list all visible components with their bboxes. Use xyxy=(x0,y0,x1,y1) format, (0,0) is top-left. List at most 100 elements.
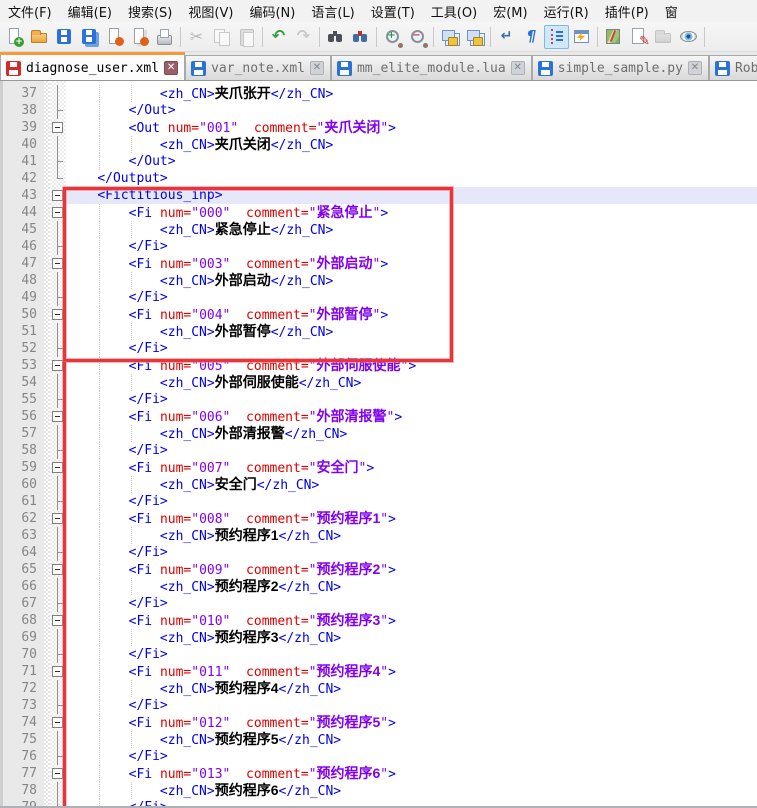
fold-collapse-box[interactable] xyxy=(52,207,63,218)
copy-button[interactable] xyxy=(209,25,234,49)
tab-close-button[interactable]: ✕ xyxy=(688,61,702,75)
zoom-in-button[interactable] xyxy=(380,25,405,49)
indent-guide-line xyxy=(99,442,100,459)
project-folder-button[interactable] xyxy=(651,25,676,49)
code-line[interactable]: <Fi num="011" comment="预约程序4"> xyxy=(66,663,757,680)
fold-collapse-box[interactable] xyxy=(52,615,63,626)
code-line[interactable]: </Fi> xyxy=(66,595,757,612)
xml-attr-value: " xyxy=(309,512,317,527)
code-line[interactable]: <zh_CN>夹爪张开</zh_CN> xyxy=(66,85,757,102)
code-line[interactable]: <zh_CN>预约程序4</zh_CN> xyxy=(66,680,757,697)
fold-cell[interactable] xyxy=(50,119,66,136)
undo-button[interactable] xyxy=(266,25,291,49)
tab-var_note.xml[interactable]: var_note.xml✕ xyxy=(185,55,331,80)
tab-close-button[interactable]: ✕ xyxy=(511,61,525,75)
find-button[interactable] xyxy=(323,25,348,49)
code-line[interactable]: <Fi num="010" comment="预约程序3"> xyxy=(66,612,757,629)
code-line[interactable]: </Out> xyxy=(66,153,757,170)
code-line[interactable]: </Fi> xyxy=(66,697,757,714)
monitoring-button[interactable] xyxy=(676,25,701,49)
zoom-out-button[interactable] xyxy=(405,25,430,49)
code-line[interactable]: <zh_CN>预约程序6</zh_CN> xyxy=(66,782,757,799)
replace-button[interactable] xyxy=(348,25,373,49)
code-line[interactable]: <Fi num="013" comment="预约程序6"> xyxy=(66,765,757,782)
function-list-button[interactable] xyxy=(569,25,594,49)
sync-vertical-button[interactable] xyxy=(437,25,462,49)
menu-item-6[interactable]: 语言(L) xyxy=(303,0,362,22)
menu-item-7[interactable]: 设置(T) xyxy=(363,0,423,22)
tab-close-button[interactable]: ✕ xyxy=(164,61,178,75)
fold-collapse-box[interactable] xyxy=(52,309,63,320)
fold-collapse-box[interactable] xyxy=(52,190,63,201)
fold-collapse-box[interactable] xyxy=(52,122,63,133)
code-line[interactable]: <Fi num="012" comment="预约程序5"> xyxy=(66,714,757,731)
sync-horizontal-button[interactable] xyxy=(462,25,487,49)
tab-close-button[interactable]: ✕ xyxy=(310,61,324,75)
indent-guide-button[interactable] xyxy=(544,25,569,49)
save-all-button[interactable] xyxy=(77,25,102,49)
fold-collapse-box[interactable] xyxy=(52,717,63,728)
tab-mm_elite_module.lua[interactable]: mm_elite_module.lua✕ xyxy=(331,55,532,80)
menu-item-3[interactable]: 搜索(S) xyxy=(120,0,180,22)
fold-collapse-box[interactable] xyxy=(52,462,63,473)
code-line[interactable]: <Out num="001" comment="夹爪关闭"> xyxy=(66,119,757,136)
fold-collapse-box[interactable] xyxy=(52,360,63,371)
fold-collapse-box[interactable] xyxy=(52,666,63,677)
menu-item-12[interactable]: 窗 xyxy=(657,0,686,22)
code-line[interactable]: <zh_CN>外部伺服使能</zh_CN> xyxy=(66,374,757,391)
space xyxy=(230,767,246,782)
code-line[interactable]: <zh_CN>外部清报警</zh_CN> xyxy=(66,425,757,442)
menu-item-11[interactable]: 插件(P) xyxy=(597,0,657,22)
paste-button[interactable] xyxy=(234,25,259,49)
fold-collapse-box[interactable] xyxy=(52,411,63,422)
document-map-button[interactable] xyxy=(601,25,626,49)
menu-item-8[interactable]: 工具(O) xyxy=(423,0,485,22)
close-file-button[interactable] xyxy=(102,25,127,49)
tab-simple_sample.py[interactable]: simple_sample.py✕ xyxy=(532,55,709,80)
fold-collapse-box[interactable] xyxy=(52,258,63,269)
xml-tag: > xyxy=(394,410,402,425)
code-line[interactable]: <zh_CN>夹爪关闭</zh_CN> xyxy=(66,136,757,153)
fold-collapse-box[interactable] xyxy=(52,513,63,524)
tab-Rob[interactable]: Rob xyxy=(709,55,757,80)
fold-collapse-box[interactable] xyxy=(52,564,63,575)
code-line[interactable]: <Fi num="009" comment="预约程序2"> xyxy=(66,561,757,578)
menu-item-9[interactable]: 宏(M) xyxy=(485,0,535,22)
code-line[interactable]: <Fi num="007" comment="安全门"> xyxy=(66,459,757,476)
new-file-button[interactable] xyxy=(2,25,27,49)
code-line[interactable]: </Out> xyxy=(66,102,757,119)
menu-item-10[interactable]: 运行(R) xyxy=(536,0,597,22)
indent-whitespace xyxy=(66,512,129,527)
redo-button[interactable] xyxy=(291,25,316,49)
code-line[interactable]: </Fi> xyxy=(66,544,757,561)
code-line[interactable]: <zh_CN>预约程序2</zh_CN> xyxy=(66,578,757,595)
code-line[interactable]: </Fi> xyxy=(66,748,757,765)
indent-guide-line xyxy=(99,153,100,170)
code-line[interactable]: <zh_CN>预约程序1</zh_CN> xyxy=(66,527,757,544)
code-line[interactable]: <zh_CN>安全门</zh_CN> xyxy=(66,476,757,493)
menu-item-1[interactable]: 文件(F) xyxy=(0,0,60,22)
fold-collapse-box[interactable] xyxy=(52,768,63,779)
macro-record-button[interactable] xyxy=(626,25,651,49)
code-line[interactable]: </Fi> xyxy=(66,646,757,663)
save-file-button[interactable] xyxy=(52,25,77,49)
editor[interactable]: 3738394041424344454647484950515253545556… xyxy=(0,81,757,808)
print-button[interactable] xyxy=(152,25,177,49)
code-line[interactable]: <zh_CN>预约程序3</zh_CN> xyxy=(66,629,757,646)
code-line[interactable]: </Fi> xyxy=(66,391,757,408)
menu-item-5[interactable]: 编码(N) xyxy=(241,0,303,22)
show-all-chars-button[interactable] xyxy=(519,25,544,49)
cut-button[interactable] xyxy=(184,25,209,49)
code-line[interactable]: </Output> xyxy=(66,170,757,187)
open-file-button[interactable] xyxy=(27,25,52,49)
menu-item-2[interactable]: 编辑(E) xyxy=(60,0,120,22)
tab-diagnose_user.xml[interactable]: diagnose_user.xml✕ xyxy=(0,52,185,81)
close-all-button[interactable] xyxy=(127,25,152,49)
word-wrap-button[interactable] xyxy=(494,25,519,49)
code-line[interactable]: <zh_CN>预约程序5</zh_CN> xyxy=(66,731,757,748)
code-line[interactable]: </Fi> xyxy=(66,493,757,510)
menu-item-4[interactable]: 视图(V) xyxy=(180,0,241,22)
code-line[interactable]: </Fi> xyxy=(66,442,757,459)
code-line[interactable]: <Fi num="008" comment="预约程序1"> xyxy=(66,510,757,527)
code-line[interactable]: <Fi num="006" comment="外部清报警"> xyxy=(66,408,757,425)
